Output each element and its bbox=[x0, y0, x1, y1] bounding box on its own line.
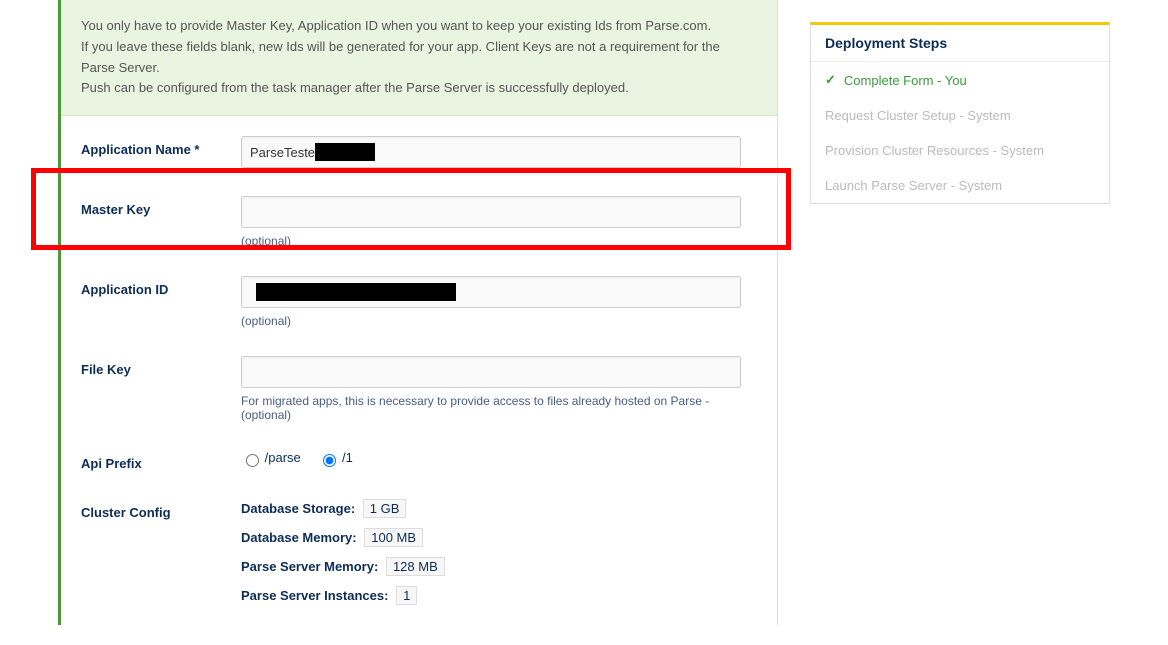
cfg-ps-memory-value[interactable]: 128 MB bbox=[386, 557, 445, 576]
row-application-name: Application Name * ParseTeste bbox=[81, 136, 757, 168]
row-application-id: Application ID (optional) bbox=[81, 276, 757, 328]
row-master-key: Master Key (optional) bbox=[81, 196, 757, 248]
notice-line: You only have to provide Master Key, App… bbox=[81, 16, 757, 37]
cfg-ps-memory: Parse Server Memory: 128 MB bbox=[241, 557, 757, 576]
label-file-key: File Key bbox=[81, 356, 241, 422]
label-application-name: Application Name * bbox=[81, 136, 241, 168]
cfg-db-storage: Database Storage: 1 GB bbox=[241, 499, 757, 518]
step-label: Request Cluster Setup - System bbox=[825, 108, 1011, 123]
main-form-panel: You only have to provide Master Key, App… bbox=[58, 0, 778, 625]
radio-1-label: /1 bbox=[342, 450, 353, 465]
label-cluster-config: Cluster Config bbox=[81, 499, 241, 615]
input-application-name[interactable]: ParseTeste bbox=[241, 136, 741, 168]
radio-option-parse[interactable]: /parse bbox=[241, 450, 304, 465]
step-label: Complete Form - You bbox=[844, 73, 967, 88]
redacted-block bbox=[256, 283, 456, 301]
row-api-prefix: Api Prefix /parse /1 bbox=[81, 450, 757, 471]
cfg-ps-memory-label: Parse Server Memory: bbox=[241, 559, 378, 574]
label-master-key: Master Key bbox=[81, 196, 241, 248]
label-application-id: Application ID bbox=[81, 276, 241, 328]
redacted-block bbox=[315, 143, 375, 161]
row-cluster-config: Cluster Config Database Storage: 1 GB Da… bbox=[81, 499, 757, 615]
row-file-key: File Key For migrated apps, this is nece… bbox=[81, 356, 757, 422]
cfg-db-memory-value[interactable]: 100 MB bbox=[364, 528, 423, 547]
input-application-name-value: ParseTeste bbox=[250, 145, 315, 160]
input-application-id[interactable] bbox=[241, 276, 741, 308]
notice-line: If you leave these fields blank, new Ids… bbox=[81, 37, 757, 79]
cfg-db-memory: Database Memory: 100 MB bbox=[241, 528, 757, 547]
check-icon: ✓ bbox=[825, 72, 836, 88]
api-prefix-options: /parse /1 bbox=[241, 450, 757, 471]
info-notice: You only have to provide Master Key, App… bbox=[61, 0, 777, 116]
notice-line: Push can be configured from the task man… bbox=[81, 78, 757, 99]
radio-1[interactable] bbox=[323, 454, 336, 467]
cfg-ps-instances: Parse Server Instances: 1 bbox=[241, 586, 757, 605]
step-label: Launch Parse Server - System bbox=[825, 178, 1002, 193]
step-label: Provision Cluster Resources - System bbox=[825, 143, 1044, 158]
step-complete-form: ✓ Complete Form - You bbox=[811, 62, 1109, 98]
step-launch-server: Launch Parse Server - System bbox=[811, 168, 1109, 203]
input-file-key[interactable] bbox=[241, 356, 741, 388]
deployment-steps-panel: Deployment Steps ✓ Complete Form - You R… bbox=[810, 22, 1110, 625]
step-provision-resources: Provision Cluster Resources - System bbox=[811, 133, 1109, 168]
cfg-ps-instances-value[interactable]: 1 bbox=[396, 586, 417, 605]
radio-option-1[interactable]: /1 bbox=[318, 450, 352, 465]
cfg-db-storage-label: Database Storage: bbox=[241, 501, 355, 516]
cfg-ps-instances-label: Parse Server Instances: bbox=[241, 588, 388, 603]
hint-application-id: (optional) bbox=[241, 314, 757, 328]
step-request-cluster: Request Cluster Setup - System bbox=[811, 98, 1109, 133]
cfg-db-memory-label: Database Memory: bbox=[241, 530, 357, 545]
cfg-db-storage-value[interactable]: 1 GB bbox=[363, 499, 407, 518]
radio-parse[interactable] bbox=[246, 454, 259, 467]
hint-master-key: (optional) bbox=[241, 234, 757, 248]
hint-file-key: For migrated apps, this is necessary to … bbox=[241, 394, 757, 422]
input-master-key[interactable] bbox=[241, 196, 741, 228]
radio-parse-label: /parse bbox=[265, 450, 301, 465]
label-api-prefix: Api Prefix bbox=[81, 450, 241, 471]
deployment-steps-title: Deployment Steps bbox=[811, 25, 1109, 62]
